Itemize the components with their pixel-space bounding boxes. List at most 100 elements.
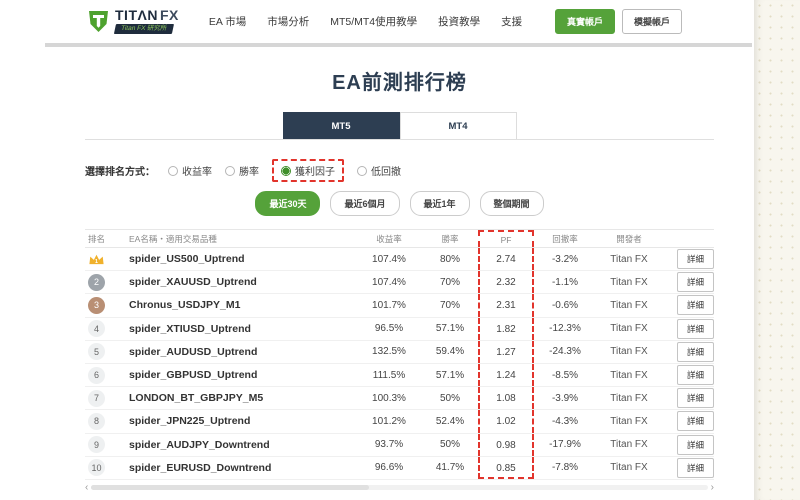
table-row: 1 6 spider_GBPUSD_Uptrend 111.5% 57.1% 1…	[85, 363, 714, 388]
col-pf: PF	[478, 230, 534, 247]
drawdown-value: -12.3%	[549, 323, 581, 335]
titanfx-logo[interactable]: TITΛN FX Titan FX 研究所	[88, 8, 179, 34]
scroll-left-arrow-icon[interactable]: ‹	[85, 482, 88, 492]
ea-name[interactable]: spider_AUDJPY_Downtrend	[129, 439, 356, 451]
platform-tab[interactable]: MT4	[399, 112, 517, 139]
return-value: 96.5%	[374, 323, 404, 335]
rank-badge: 1 7	[88, 389, 105, 407]
pf-value: 2.32	[478, 271, 534, 294]
detail-button[interactable]: 詳細	[676, 388, 714, 409]
detail-button[interactable]: 詳細	[676, 457, 714, 478]
real-account-button[interactable]: 真實帳戶	[554, 8, 615, 34]
rank-method-radio[interactable]: 低回撤	[357, 163, 401, 178]
main-page: TITΛN FX Titan FX 研究所 EA 市場 市場分析 MT5/MT4使用教…	[0, 0, 754, 500]
detail-button[interactable]: 詳細	[676, 341, 714, 362]
col-name: EA名稱・適用交易品種	[129, 233, 217, 244]
brand-tagline: Titan FX 研究所	[113, 24, 174, 34]
developer-name: Titan FX	[610, 323, 648, 335]
col-return: 收益率	[376, 233, 402, 244]
drawdown-value: -1.1%	[551, 276, 579, 288]
pf-value: 0.85	[478, 456, 534, 479]
detail-button[interactable]: 詳細	[676, 249, 714, 270]
scrollbar-track[interactable]	[91, 484, 708, 490]
drawdown-value: -3.2%	[551, 253, 579, 265]
winrate-value: 41.7%	[435, 462, 465, 474]
return-value: 132.5%	[372, 346, 406, 358]
detail-button[interactable]: 詳細	[676, 318, 714, 339]
period-pill[interactable]: 最近30天	[255, 191, 321, 216]
detail-button[interactable]: 詳細	[676, 365, 714, 386]
ea-name[interactable]: Chronus_USDJPY_M1	[129, 299, 356, 311]
rank-method-label: 選擇排名方式：	[85, 167, 155, 178]
nav-link[interactable]: EA 市場	[209, 14, 246, 29]
radio-label: 勝率	[239, 167, 259, 178]
drawdown-value: -4.3%	[551, 415, 579, 427]
nav-link[interactable]: 支援	[501, 14, 522, 29]
ea-name[interactable]: LONDON_BT_GBPJPY_M5	[129, 392, 356, 404]
demo-account-button[interactable]: 模擬帳戶	[621, 8, 682, 34]
table-row: 1 7 LONDON_BT_GBPJPY_M5 100.3% 50% 1.08 …	[85, 387, 714, 411]
rank-badge: 1 5	[88, 343, 105, 361]
pf-value: 1.02	[478, 410, 534, 433]
radio-icon	[281, 165, 291, 176]
developer-name: Titan FX	[610, 299, 648, 311]
ea-name[interactable]: spider_XAUUSD_Uptrend	[129, 276, 356, 288]
winrate-value: 50%	[439, 439, 460, 451]
page-title: EA前測排行榜	[332, 72, 467, 94]
col-developer: 開發者	[616, 233, 642, 244]
period-pill[interactable]: 最近6個月	[330, 191, 400, 216]
return-value: 101.7%	[372, 299, 406, 311]
winrate-value: 70%	[439, 299, 460, 311]
ea-name[interactable]: spider_JPN225_Uptrend	[129, 415, 356, 427]
shield-logo-icon	[89, 10, 108, 32]
content-card: EA前測排行榜 MT5 MT4 選擇排名方式： 收益率 勝率 獲利因子 低回撤 …	[45, 47, 754, 500]
rank-method-radio[interactable]: 收益率	[168, 163, 212, 178]
winrate-value: 52.4%	[435, 415, 465, 427]
period-pill[interactable]: 最近1年	[409, 191, 470, 216]
nav-link[interactable]: MT5/MT4使用教學	[330, 14, 417, 29]
pf-value: 2.31	[478, 294, 534, 317]
crown-icon: 1	[89, 254, 104, 264]
ea-name[interactable]: spider_US500_Uptrend	[129, 253, 356, 265]
rank-method-row: 選擇排名方式： 收益率 勝率 獲利因子 低回撤	[85, 159, 714, 182]
winrate-value: 59.4%	[435, 346, 465, 358]
radio-label: 收益率	[182, 167, 212, 178]
detail-button[interactable]: 詳細	[676, 434, 714, 455]
table-row: 1 5 spider_AUDUSD_Uptrend 132.5% 59.4% 1…	[85, 340, 714, 364]
return-value: 100.3%	[372, 392, 406, 404]
developer-name: Titan FX	[610, 415, 648, 427]
ea-name[interactable]: spider_XTIUSD_Uptrend	[129, 323, 356, 335]
nav-link[interactable]: 市場分析	[267, 14, 309, 29]
table-row: 1 3 Chronus_USDJPY_M1 101.7% 70% 2.31 -0…	[85, 294, 714, 318]
developer-name: Titan FX	[610, 346, 648, 358]
rank-badge: 1 2	[88, 273, 105, 291]
svg-text:1: 1	[95, 258, 98, 264]
scroll-right-arrow-icon[interactable]: ›	[711, 482, 714, 492]
period-pill[interactable]: 整個期間	[479, 191, 544, 216]
rank-badge: 1 9	[88, 436, 105, 454]
ea-name[interactable]: spider_AUDUSD_Uptrend	[129, 346, 356, 358]
detail-button[interactable]: 詳細	[676, 272, 714, 293]
table-row: 1 1 spider_US500_Uptrend 107.4% 80% 2.74…	[85, 248, 714, 272]
rank-method-radio[interactable]: 獲利因子	[272, 159, 344, 182]
main-nav: EA 市場 市場分析 MT5/MT4使用教學 投資教學 支援	[209, 14, 522, 29]
drawdown-value: -0.6%	[551, 299, 579, 311]
return-value: 111.5%	[372, 369, 406, 381]
nav-link[interactable]: 投資教學	[438, 14, 480, 29]
rank-method-radio[interactable]: 勝率	[225, 163, 259, 178]
rank-method-options: 收益率 勝率 獲利因子 低回撤	[168, 159, 401, 182]
detail-button[interactable]: 詳細	[676, 411, 714, 432]
ea-name[interactable]: spider_GBPUSD_Uptrend	[129, 369, 356, 381]
radio-icon	[168, 165, 178, 176]
drawdown-value: -8.5%	[551, 369, 579, 381]
table-row: 1 2 spider_XAUUSD_Uptrend 107.4% 70% 2.3…	[85, 271, 714, 295]
platform-tab[interactable]: MT5	[282, 112, 400, 139]
rank-badge: 1 6	[88, 366, 105, 384]
ea-name[interactable]: spider_EURUSD_Downtrend	[129, 462, 356, 474]
table-body: 1 1 spider_US500_Uptrend 107.4% 80% 2.74…	[85, 248, 714, 480]
period-filter: 最近30天 最近6個月 最近1年 整個期間	[85, 191, 714, 216]
detail-button[interactable]: 詳細	[676, 295, 714, 316]
rank-badge: 1 1	[88, 251, 105, 268]
winrate-value: 57.1%	[435, 323, 465, 335]
scrollbar-thumb[interactable]	[91, 484, 369, 490]
